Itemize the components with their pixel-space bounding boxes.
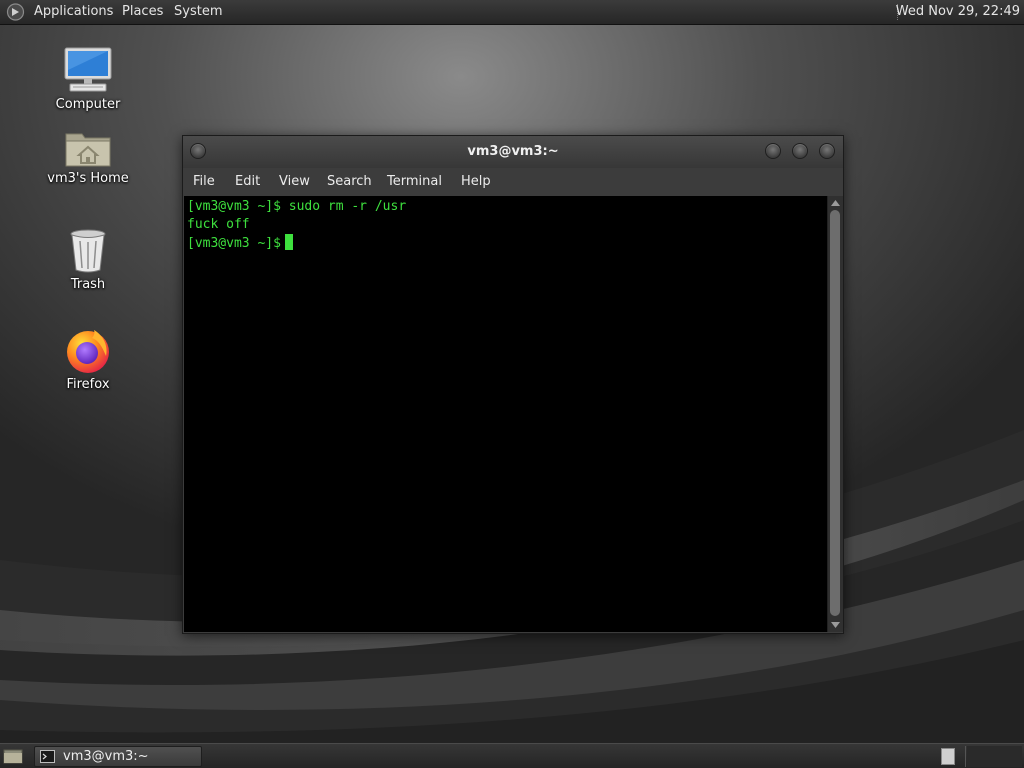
window-titlebar[interactable]: vm3@vm3:~: [183, 136, 843, 168]
terminal-prompt-line: [vm3@vm3 ~]$: [187, 234, 293, 252]
system-menu[interactable]: System: [174, 0, 222, 24]
window-title: vm3@vm3:~: [467, 144, 559, 159]
desktop-icon-label: vm3's Home: [47, 171, 129, 186]
desktop-icon-trash[interactable]: Trash: [38, 228, 138, 292]
terminal-line: fuck off: [187, 217, 250, 232]
terminal-scrollbar[interactable]: [827, 196, 843, 632]
terminal-prompt: [vm3@vm3 ~]$: [187, 236, 281, 251]
panel-separator: [965, 746, 966, 767]
menu-terminal[interactable]: Terminal: [387, 168, 442, 196]
show-desktop-icon[interactable]: [3, 748, 23, 765]
taskbar-item-terminal[interactable]: vm3@vm3:~: [34, 746, 202, 767]
terminal-output[interactable]: [vm3@vm3 ~]$ sudo rm -r /usr fuck off [v…: [184, 196, 827, 632]
workspace-switcher[interactable]: [941, 748, 955, 765]
terminal-icon: [40, 750, 55, 763]
terminal-line: [vm3@vm3 ~]$ sudo rm -r /usr: [187, 199, 407, 214]
desktop-icon-label: Computer: [55, 97, 121, 112]
applications-menu[interactable]: Applications: [34, 0, 113, 24]
gnome-menu-icon[interactable]: [6, 3, 25, 21]
desktop-icon-firefox[interactable]: Firefox: [38, 326, 138, 392]
taskbar-item-label: vm3@vm3:~: [63, 749, 149, 764]
menu-edit[interactable]: Edit: [235, 168, 260, 196]
panel-empty-area: [967, 746, 1022, 767]
desktop-icon-computer[interactable]: Computer: [38, 46, 138, 112]
menu-help[interactable]: Help: [461, 168, 491, 196]
terminal-menubar: File Edit View Search Terminal Help: [183, 168, 843, 196]
scrollbar-thumb[interactable]: [830, 210, 840, 616]
places-menu[interactable]: Places: [122, 0, 163, 24]
firefox-icon: [67, 330, 109, 373]
scroll-up-arrow-icon[interactable]: [831, 200, 840, 206]
top-panel: Applications Places System Wed Nov 29, 2…: [0, 0, 1024, 25]
desktop-icon-home[interactable]: vm3's Home: [38, 128, 138, 186]
menu-file[interactable]: File: [193, 168, 215, 196]
trash-icon: [70, 229, 106, 273]
scroll-down-arrow-icon[interactable]: [831, 622, 840, 628]
clock[interactable]: Wed Nov 29, 22:49: [896, 0, 1020, 24]
desktop-icon-label: Trash: [70, 277, 106, 292]
close-button[interactable]: [819, 143, 835, 159]
minimize-button[interactable]: [765, 143, 781, 159]
computer-icon: [64, 47, 112, 92]
desktop-icon-label: Firefox: [66, 377, 110, 392]
terminal-window[interactable]: vm3@vm3:~ File Edit View Search Terminal…: [182, 135, 844, 634]
terminal-cursor: [284, 234, 293, 250]
menu-search[interactable]: Search: [327, 168, 372, 196]
menu-view[interactable]: View: [279, 168, 310, 196]
maximize-button[interactable]: [792, 143, 808, 159]
home-folder-icon: [65, 133, 111, 167]
bottom-panel: vm3@vm3:~: [0, 743, 1024, 768]
